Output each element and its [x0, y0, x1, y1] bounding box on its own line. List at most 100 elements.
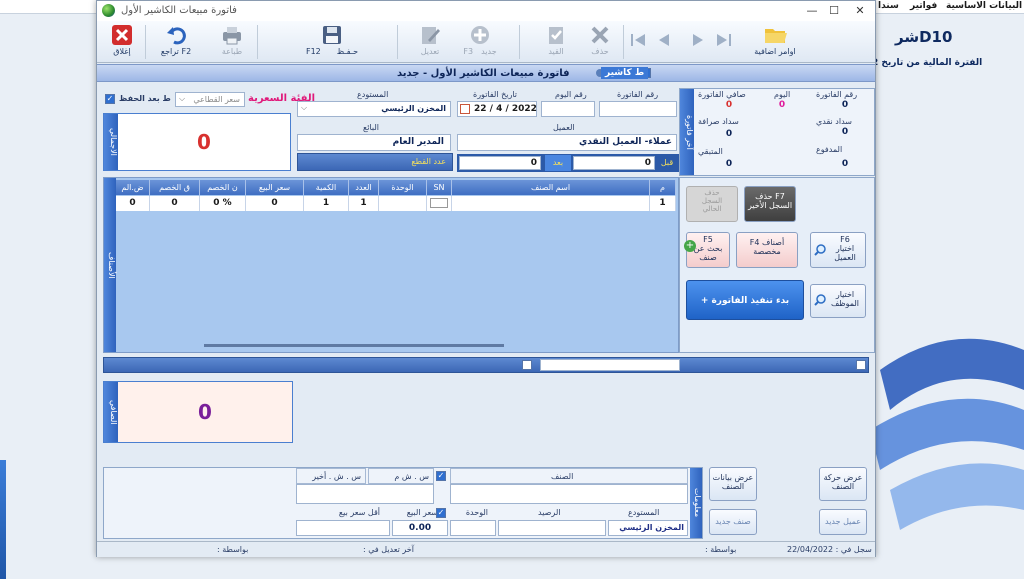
grid-header-count: العدد [349, 180, 379, 195]
customer-group: العميل عملاء- العميل النقدي [457, 121, 679, 153]
warehouse-select[interactable]: المخزن الرئيسي ⌵ [297, 101, 451, 117]
new-customer-button[interactable]: عميل جديد [819, 509, 867, 535]
created-on: سجل في : 22/04/2022 [787, 545, 872, 554]
modified-by: بواسطة : [217, 545, 249, 554]
grid-cell-sn[interactable] [427, 196, 452, 211]
show-item-data-button[interactable]: عرض بيانات الصنف [709, 467, 757, 501]
pieces-count-bar: عدد القطع [297, 153, 453, 171]
sn-checkbox[interactable] [430, 198, 448, 208]
avg-cost-cell: س . ش م [368, 468, 434, 484]
day-number-field[interactable] [541, 101, 595, 117]
notes-field[interactable] [540, 359, 680, 371]
background-taskbar-edge [0, 460, 6, 579]
warehouse-value: المخزن الرئيسي [381, 104, 446, 113]
sale-price-checkbox[interactable]: ✓ [436, 508, 446, 518]
items-grid: الأصناف م اسم الصنف SN الوحدة العدد الكم… [103, 177, 679, 353]
close-label: إغلاق [113, 47, 131, 56]
invoice-date-field[interactable]: 22 / 4 / 2022 [457, 101, 537, 117]
print-label: طباعة [221, 47, 243, 56]
day-number-label: رقم اليوم [555, 90, 587, 99]
printer-icon [221, 24, 243, 46]
last-cost-cell: س . ش . أخير [296, 468, 366, 484]
before-after-bar: 0 بعد 0 قبل [457, 154, 679, 172]
edit-label: تعديل [420, 47, 440, 56]
grid-cell-sale-price[interactable]: 0 [246, 196, 304, 211]
edit-icon [419, 24, 441, 46]
invoice-number-group: رقم الفاتورة [599, 87, 679, 119]
print-after-save-checkbox[interactable]: ✓ [105, 94, 115, 104]
modified-on: آخر تعديل في : [363, 545, 414, 554]
grid-cell-unit[interactable] [379, 196, 427, 211]
created-by: بواسطة : [705, 545, 737, 554]
grid-cell-quantity[interactable]: 1 [304, 196, 349, 211]
cashier-toggle[interactable]: ✓ ط كاشير [595, 67, 655, 81]
avg-cost-checkbox[interactable]: ✓ [436, 471, 446, 481]
grid-cell-discount-pct[interactable]: 0 % [200, 196, 246, 211]
grid-cell-index[interactable]: 1 [650, 196, 676, 211]
more-commands-button[interactable]: اوامر اضافية [747, 23, 803, 61]
last-invoice-strip: آخر فاتورة [680, 89, 694, 175]
remaining-label: المتبقي [698, 147, 723, 156]
last-invoice-net-label: صافي الفاتورة [698, 90, 746, 99]
grid-horizontal-scrollbar[interactable] [204, 344, 504, 347]
menu-basic-data[interactable]: البيانات الاساسية [946, 1, 1022, 11]
close-window-button[interactable]: ✕ [845, 3, 875, 19]
total-panel: الاجمالي 0 [103, 113, 291, 171]
grid-cell-count[interactable]: 1 [349, 196, 379, 211]
search-icon [814, 244, 826, 259]
custom-items-button[interactable]: F4 أصناف مخصصة [736, 232, 798, 268]
calendar-icon[interactable] [460, 104, 470, 114]
show-item-movement-button[interactable]: عرض حركة الصنف [819, 467, 867, 501]
grid-cell-tax[interactable]: 0 [116, 196, 150, 211]
delete-current-record-button[interactable]: حذف السجل الحالي [686, 186, 738, 222]
status-bar: سجل في : 22/04/2022 بواسطة : آخر تعديل ف… [97, 541, 875, 557]
last-cost-label: س . ش . أخير [312, 472, 361, 481]
min-price-field [296, 520, 390, 536]
delete-button[interactable]: حذف [581, 23, 619, 61]
close-button[interactable]: إغلاق [103, 23, 141, 61]
seller-field[interactable]: المدير العام [297, 134, 451, 151]
new-key-label: F3 [463, 47, 474, 56]
edit-button[interactable]: تعديل [411, 23, 449, 61]
grid-header-sn: SN [427, 180, 452, 195]
app-icon [102, 4, 115, 17]
menu-vouchers[interactable]: سندا [878, 1, 899, 11]
customer-label: العميل [553, 123, 575, 132]
save-button[interactable]: F12 حـفـظ [297, 23, 367, 61]
items-strip: الأصناف [104, 178, 116, 352]
record-navigation [631, 31, 739, 49]
toolbar-separator [623, 25, 624, 59]
price-category-select[interactable]: سعر القطاعي ⌵ [175, 92, 245, 107]
after-field[interactable]: 0 [459, 156, 541, 170]
search-icon [814, 294, 826, 309]
item-field[interactable] [450, 484, 688, 504]
customer-field[interactable]: عملاء- العميل النقدي [457, 134, 677, 151]
undo-button[interactable]: تراجع F2 [157, 23, 195, 61]
cost-values-field [296, 484, 434, 504]
after-value: 0 [530, 158, 537, 168]
grid-header-index: م [650, 180, 676, 195]
grid-cell-discount-amt[interactable]: 0 [150, 196, 200, 211]
notes-toggle-checkbox[interactable] [856, 360, 866, 370]
menu-invoices[interactable]: فواتير [910, 1, 937, 11]
invoice-number-field[interactable] [599, 101, 677, 117]
seller-label: البائع [363, 123, 379, 132]
undo-label: تراجع F2 [160, 47, 192, 56]
balance-label: الرصيد [538, 508, 561, 517]
delete-last-record-button[interactable]: حذف F7 السجل الأخير [744, 186, 796, 222]
new-button[interactable]: F3 جديد [455, 23, 505, 61]
notes-checkbox[interactable] [522, 360, 532, 370]
last-invoice-day-label: اليوم [774, 90, 791, 99]
start-invoice-button[interactable]: بدء تنفيذ الفاتورة + [686, 280, 804, 320]
new-item-button[interactable]: صنف جديد [709, 509, 757, 535]
unit-label: الوحدة [465, 508, 488, 517]
before-field[interactable]: 0 [573, 156, 655, 170]
invoice-window: فاتورة مبيعات الكاشير الأول — ☐ ✕ إغلاق … [96, 0, 876, 557]
print-button[interactable]: طباعة [213, 23, 251, 61]
grid-cell-item-name[interactable] [452, 196, 650, 211]
invoice-date-value: 22 / 4 / 2022 [474, 104, 537, 114]
post-button[interactable]: القيد [537, 23, 575, 61]
invoice-number-label: رقم الفاتورة [617, 90, 659, 99]
item-warehouse-cell: المستودع [608, 508, 688, 520]
sale-price-label: سعر البيع [406, 508, 438, 517]
